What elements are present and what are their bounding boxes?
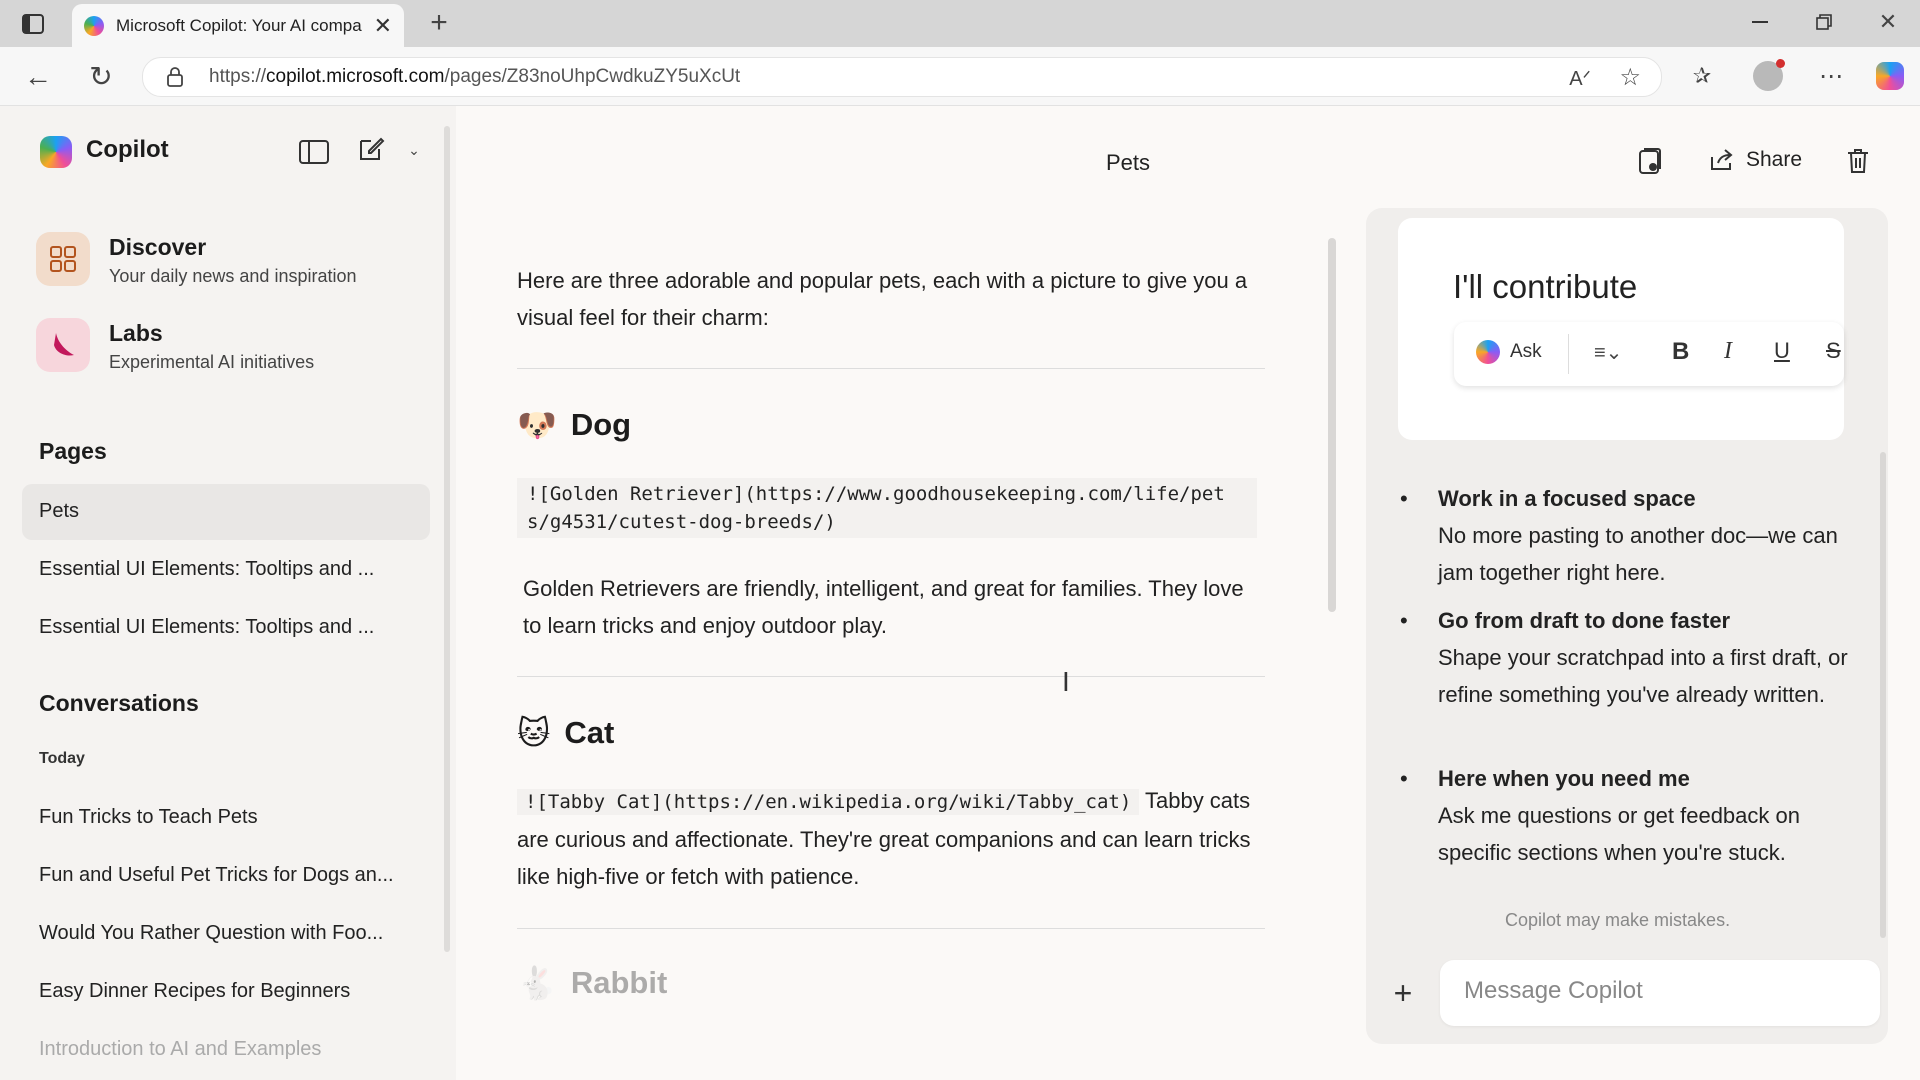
divider (517, 676, 1265, 677)
address-bar[interactable]: https://copilot.microsoft.com/pages/Z83n… (142, 57, 1662, 97)
add-attachment-icon[interactable]: + (1388, 975, 1418, 1011)
feature-item: • Here when you need me Ask me questions… (1400, 760, 1860, 871)
divider (517, 928, 1265, 929)
bullet-dot: • (1400, 766, 1408, 791)
page-title: Pets (1106, 150, 1151, 175)
conversation-item[interactable]: Fun and Useful Pet Tricks for Dogs an... (39, 864, 394, 887)
new-tab-icon[interactable]: + (426, 6, 452, 39)
ask-button[interactable]: Ask (1476, 340, 1542, 364)
url-text: https://copilot.microsoft.com/pages/Z83n… (209, 66, 741, 87)
strikethrough-icon[interactable]: S (1826, 338, 1841, 364)
cat-paragraph: ![Tabby Cat](https://en.wikipedia.org/wi… (517, 782, 1257, 895)
dog-title: Dog (570, 407, 632, 442)
discover-title: Discover (109, 234, 207, 260)
sidebar-scrollbar[interactable] (444, 126, 450, 952)
labs-subtitle: Experimental AI initiatives (109, 352, 315, 372)
conversation-item[interactable]: Would You Rather Question with Foo... (39, 922, 383, 945)
app-name: Copilot (86, 136, 169, 163)
bold-icon[interactable]: B (1672, 338, 1689, 366)
disclaimer-text: Copilot may make mistakes. (1505, 910, 1731, 930)
feature-title: Go from draft to done faster (1438, 608, 1731, 633)
today-label: Today (39, 750, 85, 767)
dog-description: Golden Retrievers are friendly, intellig… (523, 576, 1244, 638)
lock-icon (167, 67, 183, 87)
labs-title: Labs (109, 320, 163, 346)
feature-item: • Work in a focused space No more pastin… (1400, 480, 1860, 591)
cat-title: Cat (564, 715, 615, 750)
active-browser-tab[interactable]: Microsoft Copilot: Your AI compa ✕ (72, 4, 404, 47)
toolbar-divider (1568, 334, 1569, 374)
formatting-toolbar: Ask ≡⌄ B I U S (1454, 322, 1844, 386)
text-cursor-icon: I (1062, 666, 1070, 697)
tab-actions-icon[interactable] (20, 12, 46, 36)
copilot-browser-icon[interactable] (1874, 60, 1906, 92)
page-item[interactable]: Essential UI Elements: Tooltips and ... (22, 600, 430, 656)
feature-description: Ask me questions or get feedback on spec… (1438, 803, 1800, 865)
feature-description: Shape your scratchpad into a first draft… (1438, 645, 1848, 707)
conversation-item[interactable]: Easy Dinner Recipes for Beginners (39, 980, 350, 1003)
back-icon[interactable]: ← (24, 61, 52, 92)
favorite-star-icon[interactable]: ☆ (1619, 63, 1641, 92)
minimize-icon[interactable] (1748, 10, 1772, 34)
copilot-ask-icon (1476, 340, 1500, 364)
toggle-sidebar-icon[interactable] (298, 138, 330, 166)
pet-heading-dog: 🐶 Dog (517, 406, 631, 444)
address-toolbar: ← ↻ https://copilot.microsoft.com/pages/… (0, 47, 1920, 106)
bullet-dot: • (1400, 608, 1408, 633)
delete-trash-icon[interactable] (1844, 146, 1872, 176)
conversations-heading: Conversations (39, 690, 199, 716)
intro-paragraph: Here are three adorable and popular pets… (517, 268, 1248, 330)
read-aloud-icon[interactable]: Aᐟ (1569, 66, 1591, 91)
feature-description: No more pasting to another doc—we can ja… (1438, 523, 1838, 585)
favorites-icon[interactable]: ✰ (1688, 62, 1716, 90)
rabbit-title: Rabbit (570, 965, 668, 1000)
share-button[interactable]: Share (1710, 148, 1802, 172)
page-info-icon[interactable] (1636, 146, 1664, 176)
message-input[interactable] (1462, 976, 1866, 1006)
close-tab-icon[interactable]: ✕ (374, 13, 392, 39)
discover-subtitle: Your daily news and inspiration (109, 266, 357, 286)
tab-title: Microsoft Copilot: Your AI compa (116, 15, 362, 35)
more-options-icon[interactable]: ⋯ (1816, 61, 1846, 91)
browser-tab-strip: Microsoft Copilot: Your AI compa ✕ + ✕ (0, 0, 1920, 47)
share-label: Share (1746, 148, 1803, 171)
underline-icon[interactable]: U (1774, 338, 1790, 364)
rabbit-emoji-icon: 🐇 (517, 965, 557, 1001)
preview-card-title: I'll contribute (1453, 268, 1638, 305)
ask-label: Ask (1510, 341, 1542, 362)
sidebar: Copilot ⌄ Discover Your daily news and i… (0, 106, 456, 1080)
dog-emoji-icon: 🐶 (517, 407, 557, 443)
divider (517, 368, 1265, 369)
pet-heading-rabbit: 🐇 Rabbit (517, 964, 667, 1002)
labs-icon (36, 318, 90, 372)
page-item-pets[interactable]: Pets (22, 484, 430, 540)
close-window-icon[interactable]: ✕ (1876, 8, 1900, 36)
share-icon (1710, 149, 1734, 171)
italic-icon[interactable]: I (1724, 338, 1732, 365)
conversation-item[interactable]: Introduction to AI and Examples (39, 1038, 321, 1061)
cat-emoji-icon: 🐱 (517, 715, 551, 751)
pages-heading: Pages (39, 438, 107, 464)
content-scrollbar[interactable] (1328, 238, 1336, 612)
conversation-item[interactable]: Fun Tricks to Teach Pets (39, 806, 258, 829)
new-page-icon[interactable] (356, 134, 386, 164)
cat-image-markdown: ![Tabby Cat](https://en.wikipedia.org/wi… (517, 789, 1140, 815)
copilot-favicon-icon (84, 15, 104, 36)
refresh-icon[interactable]: ↻ (86, 61, 116, 92)
message-composer (1440, 960, 1880, 1026)
profile-avatar[interactable] (1752, 59, 1785, 92)
chevron-down-icon[interactable]: ⌄ (404, 140, 424, 160)
align-dropdown-icon[interactable]: ≡⌄ (1594, 340, 1622, 365)
discover-icon (36, 232, 90, 286)
feature-title: Work in a focused space (1438, 486, 1696, 511)
copilot-logo-icon (40, 136, 72, 168)
feature-title: Here when you need me (1438, 766, 1690, 791)
dog-image-markdown: ![Golden Retriever](https://www.goodhous… (517, 478, 1257, 538)
bullet-dot: • (1400, 486, 1408, 511)
feature-item: • Go from draft to done faster Shape you… (1400, 602, 1860, 713)
panel-scrollbar[interactable] (1880, 452, 1886, 938)
restore-icon[interactable] (1812, 10, 1836, 34)
page-item[interactable]: Essential UI Elements: Tooltips and ... (22, 542, 430, 598)
pet-heading-cat: 🐱 Cat (517, 714, 614, 752)
